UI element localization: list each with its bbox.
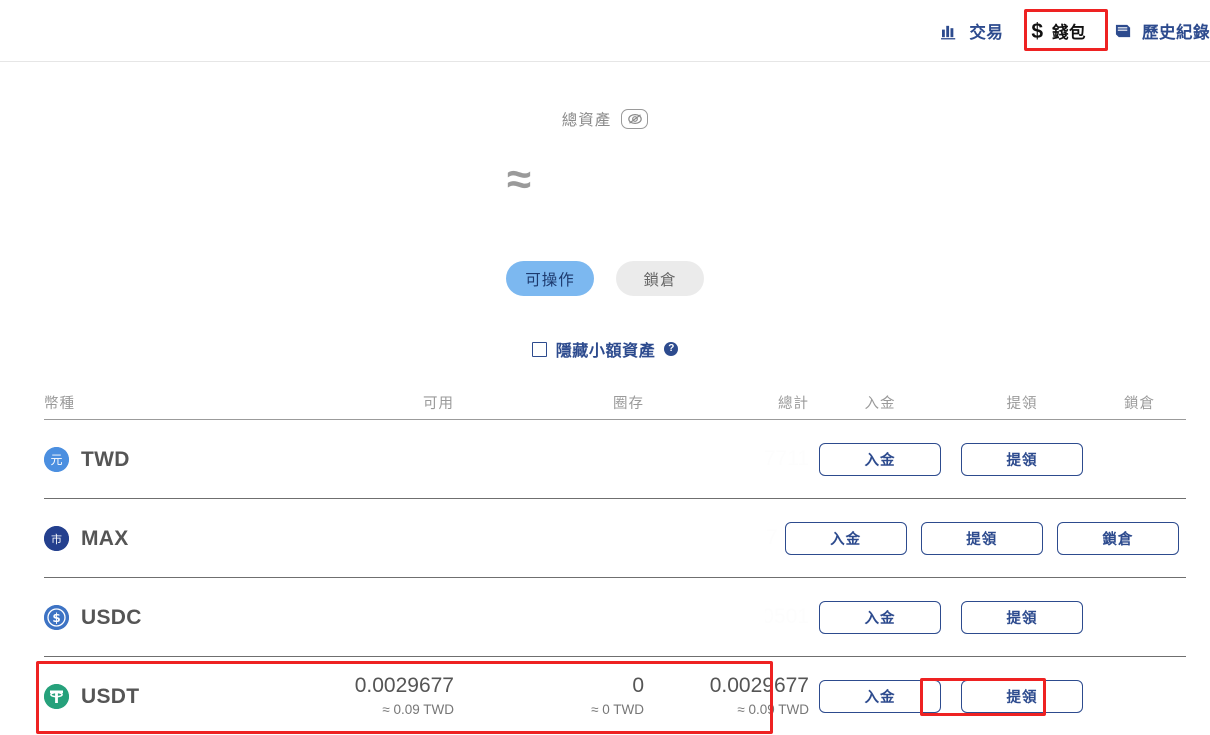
svg-text:市: 市 [51,532,62,546]
balance-type-tabs: 可操作 鎖倉 [0,261,1210,296]
locked-cell: 0 [454,604,644,630]
column-header-total: 總計 [778,396,809,412]
column-header-deposit: 入金 [864,396,896,412]
withdraw-button-max[interactable]: 提領 [920,522,1043,555]
locked-amount: 0 [632,605,644,629]
total-amount: 0.77711 [734,447,809,471]
column-header-available: 可用 [423,396,454,412]
deposit-button-max[interactable]: 入金 [784,522,907,555]
twd-coin-icon: 元 [44,447,69,472]
column-header-coin: 幣種 [44,396,75,412]
asset-cell-max: 市 MAX [44,526,265,551]
available-cell: 8.8300417 [265,525,438,551]
tab-available[interactable]: 可操作 [506,261,594,296]
table-row: 市 MAX 8.8300417 0 8.8300417 入金 提領 鎖倉 [44,499,1186,578]
locked-amount: 0 [607,526,620,550]
total-cell: 0.77711 [644,446,809,472]
available-amount: 0.0029677 [354,674,454,698]
bar-chart-icon [941,23,960,40]
asset-name: MAX [81,526,129,550]
stake-button-max[interactable]: 鎖倉 [1056,522,1179,555]
assets-table: 幣種 可用 圈存 總計 入金 提領 鎖倉 元 TWD 0.77711 0 0.7… [44,388,1186,735]
table-header-row: 幣種 可用 圈存 總計 入金 提領 鎖倉 [44,388,1186,420]
nav-item-trade-label: 交易 [969,24,1004,42]
available-fiat: ≈ 0.09 TWD [382,701,454,717]
nav-item-history-label: 歷史紀錄 [1142,24,1210,42]
available-amount: 0.000501 [366,605,454,629]
locked-cell: 0 [437,525,620,551]
total-cell: 8.8300417 [619,525,777,551]
stake-slot-empty [1093,601,1186,634]
available-cell: 0.0029677 ≈ 0.09 TWD [274,673,454,720]
wallet-page: 交易 $ 錢包 歷史紀錄 總資產 ≈ 可操作 鎖倉 隱藏小額資產 ? 幣種 可用… [0,0,1210,735]
question-mark-icon[interactable]: ? [664,342,679,356]
deposit-button-usdt[interactable]: 入金 [819,680,941,713]
column-header-withdraw: 提領 [1006,396,1038,412]
svg-text:元: 元 [50,453,62,467]
asset-name: TWD [81,447,130,471]
column-header-locked: 圈存 [613,396,644,412]
tab-staked[interactable]: 鎖倉 [616,261,704,296]
total-amount: 8.8300417 [678,526,778,550]
nav-item-trade[interactable]: 交易 [927,13,1017,49]
locked-amount: 0 [632,447,644,471]
svg-text:$: $ [52,611,60,625]
nav-item-history[interactable]: 歷史紀錄 [1100,13,1210,49]
withdraw-button-twd[interactable]: 提領 [961,443,1083,476]
stake-slot-empty [1093,680,1186,713]
available-cell: 0.77711 [274,446,454,472]
hide-small-assets-checkbox[interactable] [531,341,547,357]
table-row: $ USDC 0.000501 0 0.000501 入金 提領 [44,578,1186,657]
hide-small-assets-label[interactable]: 隱藏小額資產 [556,337,656,361]
total-assets-label: 總資產 [561,112,612,129]
max-coin-icon: 市 [44,526,69,551]
total-amount: 0.0029677 [709,674,809,698]
available-amount: 8.8300417 [337,526,438,550]
asset-name: USDC [81,605,142,629]
available-cell: 0.000501 [274,604,454,630]
usdc-coin-icon: $ [44,605,69,630]
total-amount: 0.000501 [721,605,809,629]
withdraw-button-usdc[interactable]: 提領 [961,601,1083,634]
deposit-button-usdc[interactable]: 入金 [819,601,941,634]
locked-cell: 0 [454,446,644,472]
top-navigation-bar: 交易 $ 錢包 歷史紀錄 [0,0,1210,62]
deposit-button-twd[interactable]: 入金 [819,443,941,476]
book-icon [1114,23,1133,40]
nav-item-wallet-label: 錢包 [1052,24,1086,42]
available-amount: 0.77711 [379,447,454,471]
nav-item-wallet[interactable]: $ 錢包 [1017,13,1100,49]
nav-items-group: 交易 $ 錢包 歷史紀錄 [927,0,1210,62]
withdraw-button-usdt[interactable]: 提領 [961,680,1083,713]
asset-cell-usdc: $ USDC [44,605,274,630]
locked-fiat: ≈ 0 TWD [591,701,644,717]
asset-name: USDT [81,684,140,708]
locked-cell: 0 ≈ 0 TWD [454,673,644,720]
dollar-sign-icon: $ [1031,19,1043,43]
total-cell: 0.0029677 ≈ 0.09 TWD [644,673,809,720]
asset-cell-usdt: USDT [44,684,274,709]
hide-small-assets-row: 隱藏小額資產 ? [0,337,1210,361]
total-cell: 0.000501 [644,604,809,630]
stake-slot-empty [1093,443,1186,476]
column-header-stake: 鎖倉 [1124,396,1155,412]
toggle-balance-visibility-button[interactable] [621,109,649,129]
total-fiat: ≈ 0.09 TWD [737,701,809,717]
total-assets-header: 總資產 [0,108,1210,130]
total-assets-value: ≈ [506,155,534,204]
table-row: USDT 0.0029677 ≈ 0.09 TWD 0 ≈ 0 TWD 0.00… [44,657,1186,735]
locked-amount: 0 [632,674,644,698]
table-row: 元 TWD 0.77711 0 0.77711 入金 提領 [44,420,1186,499]
usdt-coin-icon [44,684,69,709]
eye-hidden-icon [627,113,643,125]
asset-cell-twd: 元 TWD [44,447,274,472]
